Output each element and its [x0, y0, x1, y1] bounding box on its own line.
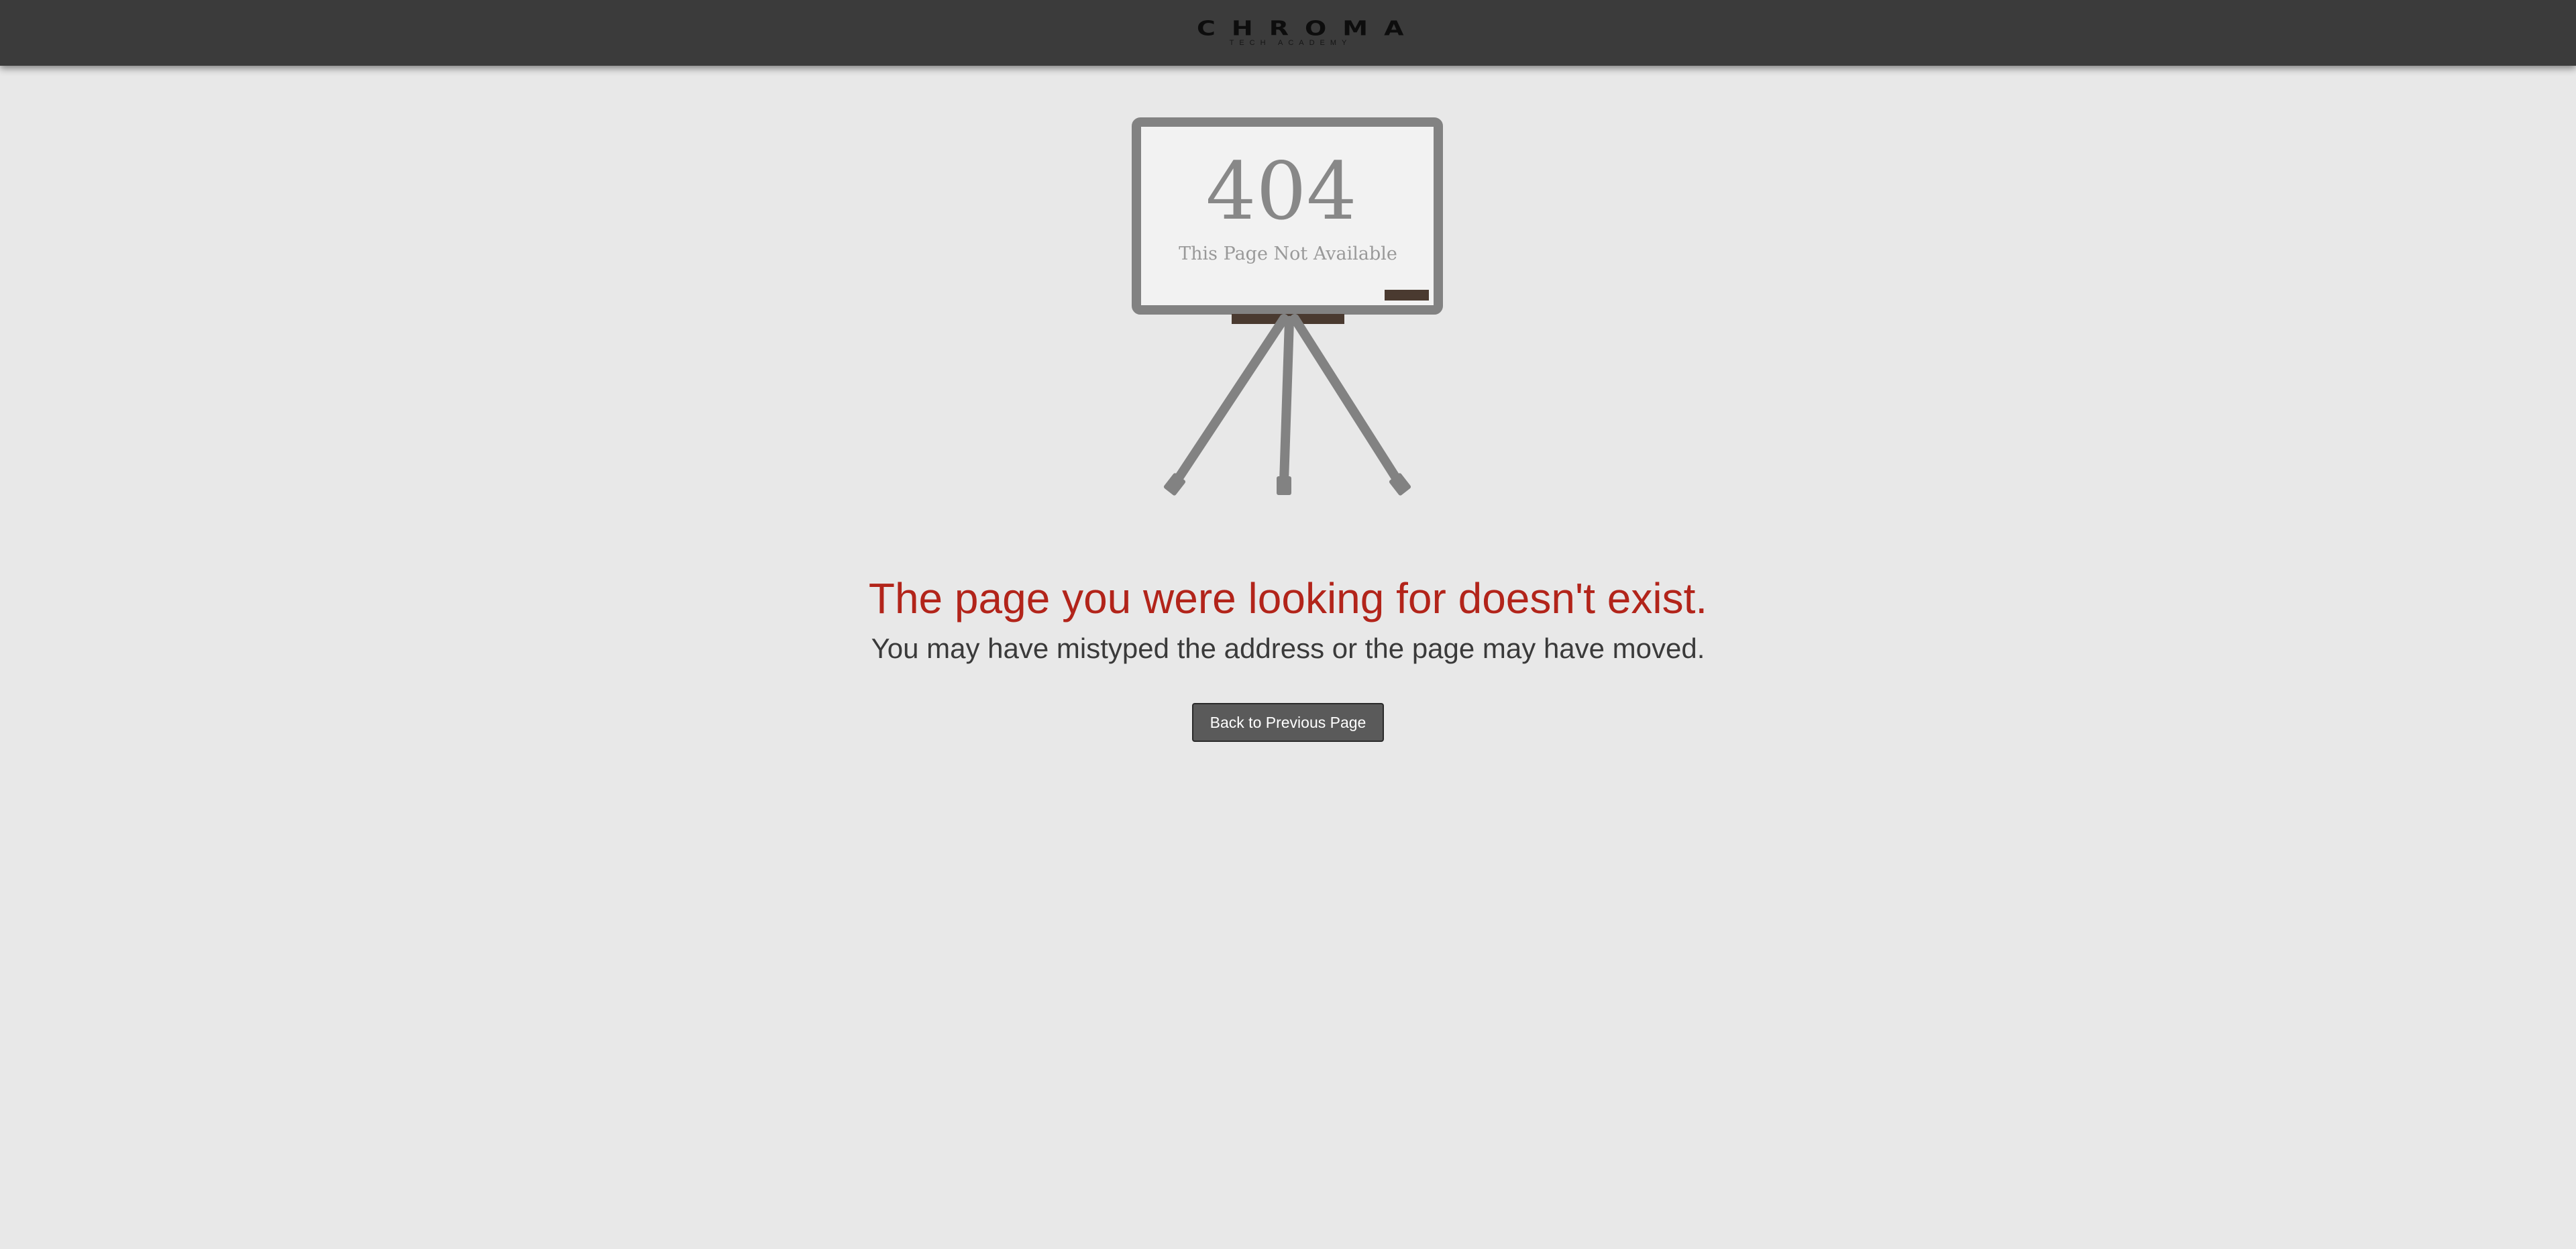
easel-right-leg — [1290, 314, 1401, 484]
top-header-bar: CHROMA TECH ACADEMY — [0, 0, 2576, 66]
board-404-code: 404 — [1205, 145, 1356, 237]
easel-center-leg — [1279, 316, 1294, 486]
logo-tagline: TECH ACADEMY — [1229, 39, 1352, 47]
easel-404-illustration: 404 This Page Not Available — [1127, 114, 1449, 503]
board-not-available-text: This Page Not Available — [1179, 243, 1397, 264]
error-headline: The page you were looking for doesn't ex… — [868, 574, 1708, 622]
chroma-logo[interactable]: CHROMA TECH ACADEMY — [1181, 15, 1420, 48]
easel-left-leg — [1173, 314, 1289, 484]
board-eraser — [1385, 290, 1429, 301]
easel-center-foot — [1277, 476, 1291, 495]
back-to-previous-page-button[interactable]: Back to Previous Page — [1192, 703, 1384, 742]
error-subline: You may have mistyped the address or the… — [871, 633, 1705, 664]
logo-wordmark: CHROMA — [1197, 16, 1420, 40]
easel-icon: 404 This Page Not Available — [1132, 117, 1443, 496]
